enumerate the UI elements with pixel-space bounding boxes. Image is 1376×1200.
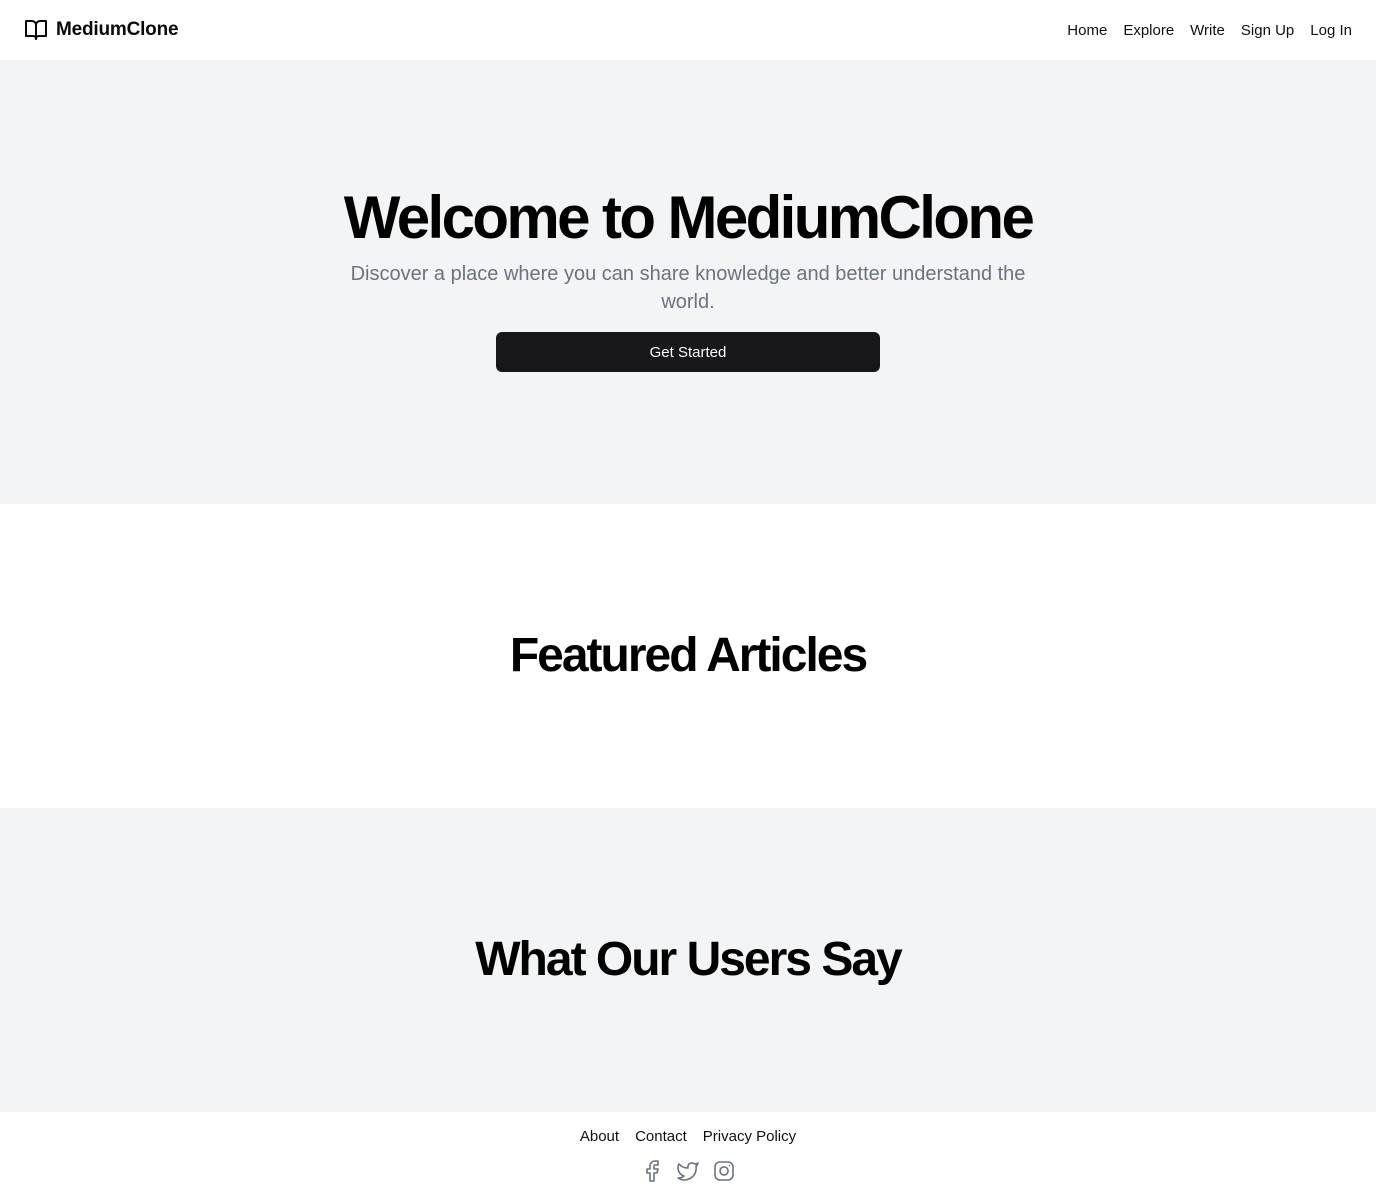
nav-write-link[interactable]: Write bbox=[1190, 22, 1225, 39]
nav-home-link[interactable]: Home bbox=[1067, 22, 1107, 39]
footer-privacy-link[interactable]: Privacy Policy bbox=[703, 1128, 796, 1145]
facebook-icon[interactable] bbox=[640, 1159, 664, 1183]
footer-about-link[interactable]: About bbox=[580, 1128, 619, 1145]
site-header: MediumClone Home Explore Write Sign Up L… bbox=[0, 0, 1376, 60]
twitter-icon[interactable] bbox=[676, 1159, 700, 1183]
get-started-button[interactable]: Get Started bbox=[496, 332, 880, 372]
hero-subtitle: Discover a place where you can share kno… bbox=[350, 263, 1026, 313]
testimonials-section: What Our Users Say bbox=[0, 808, 1376, 1112]
footer-contact-link[interactable]: Contact bbox=[635, 1128, 687, 1145]
social-links bbox=[640, 1159, 736, 1183]
book-open-icon bbox=[24, 18, 48, 42]
main-nav: Home Explore Write Sign Up Log In bbox=[1067, 22, 1352, 39]
brand-name: MediumClone bbox=[56, 19, 179, 40]
hero-section: Welcome to MediumClone Discover a place … bbox=[0, 60, 1376, 504]
hero-title: Welcome to MediumClone bbox=[343, 184, 1035, 251]
testimonials-title: What Our Users Say bbox=[475, 933, 902, 986]
footer-links: About Contact Privacy Policy bbox=[580, 1128, 796, 1145]
brand-link[interactable]: MediumClone bbox=[24, 18, 179, 42]
featured-articles-section: Featured Articles bbox=[0, 504, 1376, 808]
site-footer: About Contact Privacy Policy bbox=[0, 1112, 1376, 1200]
nav-explore-link[interactable]: Explore bbox=[1123, 22, 1174, 39]
featured-articles-title: Featured Articles bbox=[509, 629, 868, 682]
nav-signup-link[interactable]: Sign Up bbox=[1241, 22, 1294, 39]
nav-login-link[interactable]: Log In bbox=[1310, 22, 1352, 39]
instagram-icon[interactable] bbox=[712, 1159, 736, 1183]
